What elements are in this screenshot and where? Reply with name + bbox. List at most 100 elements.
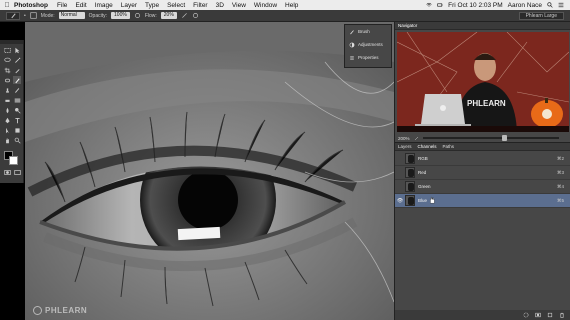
menu-window[interactable]: Window xyxy=(250,2,281,9)
shape-tool-icon[interactable] xyxy=(13,126,21,134)
save-selection-icon[interactable] xyxy=(535,312,541,318)
pressure-opacity-icon[interactable] xyxy=(134,12,141,19)
battery-icon[interactable] xyxy=(437,2,443,8)
search-icon[interactable] xyxy=(547,2,553,8)
marquee-tool-icon[interactable] xyxy=(3,46,11,54)
load-selection-icon[interactable] xyxy=(523,312,529,318)
channel-row-red[interactable]: Red ⌘3 xyxy=(395,166,570,180)
properties-icon xyxy=(350,56,354,59)
brush-panel-toggle-icon[interactable] xyxy=(30,12,37,19)
quick-mask-icon[interactable] xyxy=(3,168,11,176)
brush-icon xyxy=(10,13,16,19)
apple-icon[interactable]:  xyxy=(0,2,14,9)
tab-channels[interactable]: Channels xyxy=(418,144,437,149)
list-icon[interactable] xyxy=(558,2,564,8)
zoom-percentage[interactable]: 200% xyxy=(398,136,410,141)
brush-size-picker[interactable]: • xyxy=(24,13,26,19)
blur-tool-icon[interactable] xyxy=(3,106,11,114)
properties-panel-label: Properties xyxy=(358,55,379,60)
channel-name: Green xyxy=(418,184,431,189)
healing-brush-tool-icon[interactable] xyxy=(3,76,11,84)
eraser-tool-icon[interactable] xyxy=(3,96,11,104)
menubar-user[interactable]: Aaron Nace xyxy=(508,2,542,9)
channel-name: Red xyxy=(418,170,427,175)
channel-row-green[interactable]: Green ⌘4 xyxy=(395,180,570,194)
adjustments-panel-label: Adjustments xyxy=(358,42,383,47)
zoom-out-icon[interactable] xyxy=(414,136,419,141)
brush-tool-preset[interactable] xyxy=(6,11,20,20)
lasso-tool-icon[interactable] xyxy=(3,56,11,64)
channel-row-blue[interactable]: 👁 Blue ⌘5 xyxy=(395,194,570,208)
workspace-switcher[interactable]: Phlearn Large xyxy=(518,11,564,20)
eye-photo xyxy=(25,22,394,320)
magic-wand-tool-icon[interactable] xyxy=(13,56,21,64)
menu-edit[interactable]: Edit xyxy=(71,2,90,9)
hand-tool-icon[interactable] xyxy=(3,136,11,144)
background-color-swatch[interactable] xyxy=(9,156,18,165)
webcam-preview: PHLEARN xyxy=(397,32,569,132)
menu-file[interactable]: File xyxy=(53,2,71,9)
options-bar: • Mode: Normal Opacity: 100% Flow: 20% P… xyxy=(0,10,570,22)
eyedropper-tool-icon[interactable] xyxy=(13,66,21,74)
tab-paths[interactable]: Paths xyxy=(443,144,455,149)
pen-tool-icon[interactable] xyxy=(3,116,11,124)
path-selection-tool-icon[interactable] xyxy=(3,126,11,134)
navigator-panel: Navigator PHLEARN 200% xyxy=(394,22,570,142)
menu-help[interactable]: Help xyxy=(281,2,302,9)
channels-tab-bar: Layers Channels Paths xyxy=(395,143,570,151)
brush-tool-icon[interactable] xyxy=(13,76,21,84)
navigator-tab-bar: Navigator xyxy=(395,22,570,30)
channel-name: RGB xyxy=(418,156,428,161)
tools-panel-grip[interactable] xyxy=(0,40,23,44)
menu-layer[interactable]: Layer xyxy=(117,2,141,9)
visibility-eye-icon[interactable]: 👁 xyxy=(395,198,405,204)
opacity-label: Opacity: xyxy=(88,12,108,19)
channel-thumbnail xyxy=(405,181,415,192)
collapsed-panels: Brush Adjustments Properties xyxy=(344,24,392,68)
type-tool-icon[interactable] xyxy=(13,116,21,124)
menu-filter[interactable]: Filter xyxy=(189,2,211,9)
menu-bar:  Photoshop File Edit Image Layer Type S… xyxy=(0,0,570,10)
channel-shortcut: ⌘2 xyxy=(557,155,565,161)
brush-panel-icon xyxy=(350,29,354,34)
zoom-slider-knob[interactable] xyxy=(501,135,507,141)
brush-panel-label: Brush xyxy=(358,29,370,34)
clone-stamp-tool-icon[interactable] xyxy=(3,86,11,94)
trash-icon[interactable] xyxy=(559,312,565,318)
flow-field[interactable]: 20% xyxy=(160,12,177,19)
new-channel-icon[interactable] xyxy=(547,312,553,318)
navigator-preview[interactable]: PHLEARN xyxy=(397,32,569,132)
opacity-field[interactable]: 100% xyxy=(111,12,130,19)
screen-mode-icon[interactable] xyxy=(13,168,21,176)
dodge-tool-icon[interactable] xyxy=(13,106,21,114)
zoom-slider[interactable] xyxy=(422,135,559,141)
tab-layers[interactable]: Layers xyxy=(398,144,412,149)
document-canvas[interactable]: PHLEARN xyxy=(25,22,394,320)
properties-panel-button[interactable]: Properties xyxy=(345,51,391,64)
hand-cursor-icon xyxy=(430,197,435,204)
history-brush-tool-icon[interactable] xyxy=(13,86,21,94)
shirt-text: PHLEARN xyxy=(467,99,506,108)
gradient-tool-icon[interactable] xyxy=(13,96,21,104)
mode-select[interactable]: Normal xyxy=(58,12,85,19)
menu-3d[interactable]: 3D xyxy=(212,2,228,9)
adjustments-icon xyxy=(349,42,355,47)
navigator-zoom-bar: 200% xyxy=(395,134,570,142)
menu-view[interactable]: View xyxy=(228,2,250,9)
airbrush-icon[interactable] xyxy=(181,12,188,19)
menu-app-name[interactable]: Photoshop xyxy=(14,2,53,9)
menubar-datetime[interactable]: Fri Oct 10 2:03 PM xyxy=(448,2,503,9)
tab-navigator[interactable]: Navigator xyxy=(398,23,417,28)
channel-row-rgb[interactable]: RGB ⌘2 xyxy=(395,152,570,166)
brush-panel-button[interactable]: Brush xyxy=(345,25,391,38)
wifi-icon[interactable] xyxy=(426,2,432,8)
zoom-tool-icon[interactable] xyxy=(13,136,21,144)
channel-shortcut: ⌘5 xyxy=(557,197,565,203)
menu-type[interactable]: Type xyxy=(141,2,163,9)
move-tool-icon[interactable] xyxy=(13,46,21,54)
menu-image[interactable]: Image xyxy=(91,2,117,9)
adjustments-panel-button[interactable]: Adjustments xyxy=(345,38,391,51)
crop-tool-icon[interactable] xyxy=(3,66,11,74)
menu-select[interactable]: Select xyxy=(163,2,189,9)
pressure-size-icon[interactable] xyxy=(192,12,199,19)
